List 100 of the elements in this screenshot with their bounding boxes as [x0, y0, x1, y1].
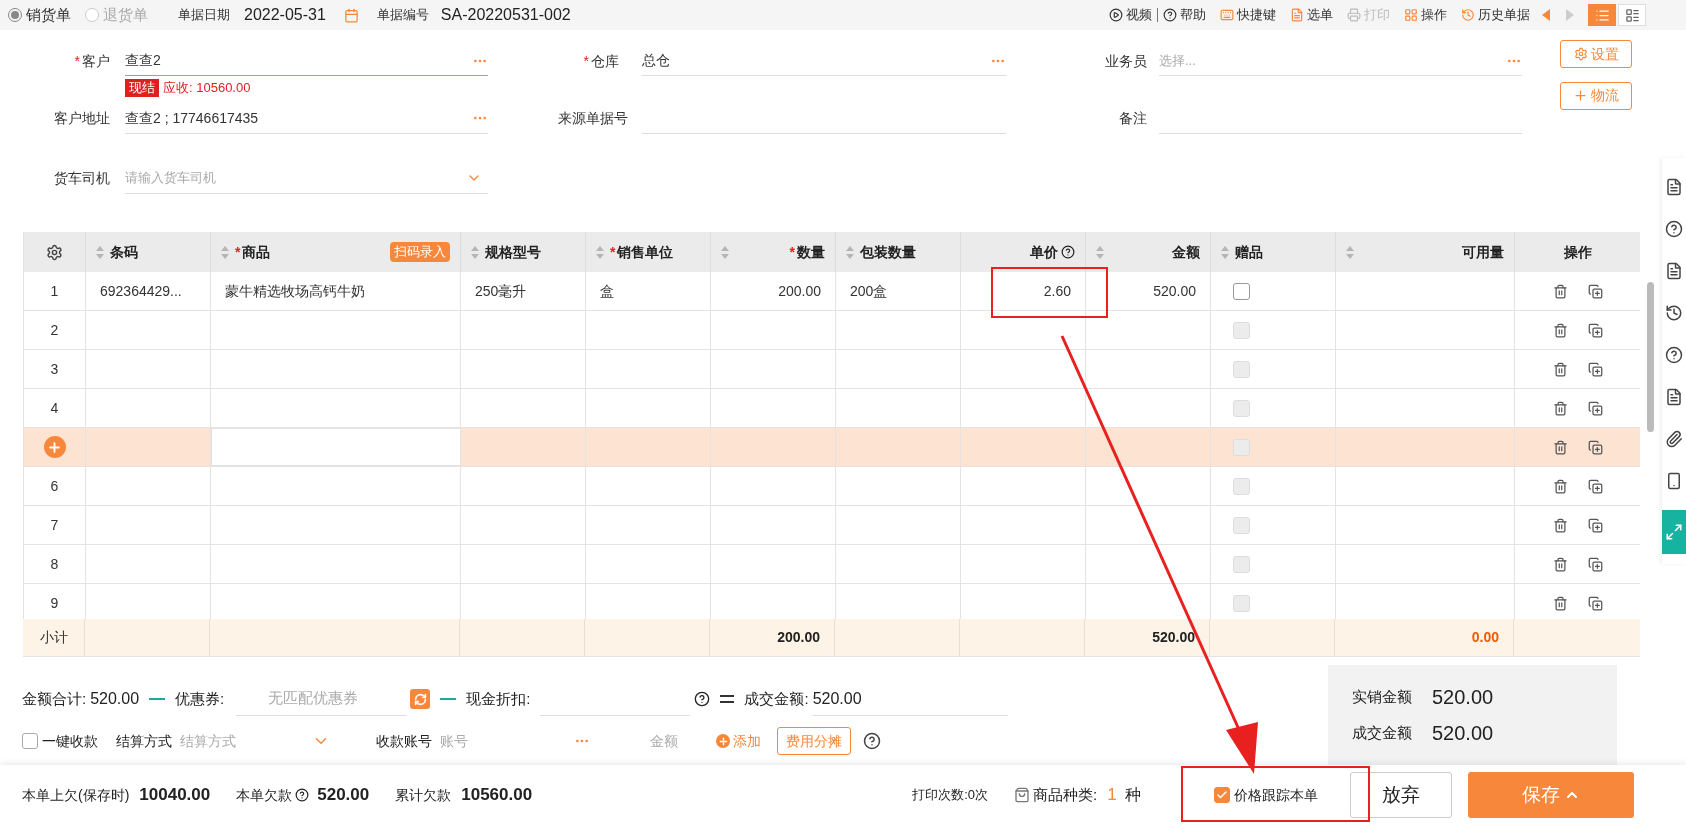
- table-row[interactable]: 3: [24, 350, 1640, 389]
- side-tool-icon: [1665, 262, 1683, 280]
- delete-icon[interactable]: [1553, 478, 1568, 494]
- doc-type-radio[interactable]: 销货单: [8, 3, 71, 27]
- copy-row-icon[interactable]: [1588, 595, 1603, 611]
- gift-checkbox[interactable]: [1233, 282, 1250, 300]
- calendar-icon[interactable]: [343, 7, 359, 23]
- settings-icon[interactable]: [46, 243, 63, 261]
- input-field[interactable]: 查查2: [125, 46, 488, 77]
- prev-debt-value: 10040.00: [139, 784, 211, 807]
- table-row[interactable]: 8: [24, 545, 1640, 584]
- sort-icon[interactable]: [596, 245, 604, 259]
- sort-icon[interactable]: [846, 245, 854, 259]
- list-icon: [1594, 7, 1610, 23]
- column-header: 数量: [797, 242, 825, 262]
- table-row[interactable]: 6: [24, 467, 1640, 506]
- total-debt-label: 累计欠款: [395, 785, 452, 805]
- delete-icon[interactable]: [1553, 439, 1568, 455]
- table-row[interactable]: 2: [24, 311, 1640, 350]
- column-header: 条码: [110, 242, 138, 262]
- toolbar-icon: [1109, 8, 1123, 23]
- delete-icon[interactable]: [1553, 361, 1568, 377]
- settle-placeholder: 结算方式: [180, 731, 236, 751]
- coupon-label: 优惠券:: [175, 688, 225, 709]
- help-icon[interactable]: [694, 691, 711, 707]
- table-row[interactable]: 4: [24, 389, 1640, 428]
- subtotal-value: 200.00: [777, 628, 820, 647]
- refresh-icon: [413, 692, 427, 706]
- discard-button[interactable]: 放弃: [1349, 772, 1452, 818]
- side-tool-icon: [1665, 388, 1683, 406]
- sort-icon[interactable]: [221, 245, 229, 259]
- toolbar-button[interactable]: 选单: [1290, 5, 1333, 25]
- help-icon[interactable]: [295, 788, 310, 802]
- toolbar-icon: [1163, 8, 1177, 23]
- toolbar-button[interactable]: 历史单据: [1461, 5, 1530, 25]
- table-row[interactable]: 7: [24, 506, 1640, 545]
- side-tool-icon: [1665, 220, 1683, 238]
- field-label: 客户地址: [54, 109, 110, 129]
- sort-icon[interactable]: [1221, 245, 1229, 259]
- sort-icon[interactable]: [471, 245, 479, 259]
- table-cell-text: 盒: [600, 281, 614, 301]
- print-count: 打印次数:0次: [912, 786, 988, 805]
- copy-row-icon[interactable]: [1588, 322, 1603, 338]
- row-number: 4: [50, 398, 59, 418]
- copy-row-icon[interactable]: [1588, 439, 1603, 455]
- previous-arrow-icon[interactable]: [1542, 9, 1550, 22]
- scrollbar[interactable]: [1647, 282, 1654, 432]
- quick-collect-checkbox[interactable]: 一键收款: [22, 730, 98, 752]
- delete-icon[interactable]: [1553, 283, 1568, 299]
- price-track-checkbox[interactable]: 价格跟踪本单: [1213, 784, 1318, 806]
- field-label: 仓库: [591, 51, 619, 71]
- delete-icon[interactable]: [1553, 517, 1568, 533]
- side-tool-icon: [1665, 472, 1683, 490]
- subtotal-label: 小计: [39, 628, 68, 647]
- add-row-button[interactable]: [43, 436, 66, 458]
- table-cell-text: 520.00: [1153, 281, 1196, 301]
- delete-icon[interactable]: [1553, 400, 1568, 416]
- toolbar-button[interactable]: 帮助: [1163, 5, 1206, 25]
- table-row[interactable]: 1 692364429... 蒙牛精选牧场高钙牛奶 250毫升 盒 200.00 200盒 2.60 520.00: [24, 272, 1640, 311]
- bag-icon: [1014, 787, 1030, 803]
- sort-icon[interactable]: [1346, 245, 1354, 259]
- number-label: 单据编号: [376, 6, 429, 25]
- delete-icon[interactable]: [1553, 595, 1568, 611]
- required-mark: *: [789, 242, 795, 262]
- input-field[interactable]: 查查2 ; 17746617435: [125, 103, 488, 134]
- toolbar-icon: [1290, 8, 1304, 23]
- side-tool-icon: [1665, 178, 1683, 196]
- copy-row-icon[interactable]: [1588, 556, 1603, 572]
- toolbar-icon: [1347, 8, 1361, 23]
- subtotal-value: 0.00: [1471, 628, 1499, 647]
- field-label: 备注: [1119, 109, 1147, 129]
- copy-row-icon[interactable]: [1588, 400, 1603, 416]
- plus-icon: [47, 439, 62, 455]
- help-icon[interactable]: [863, 732, 881, 750]
- copy-row-icon[interactable]: [1588, 478, 1603, 494]
- required-mark: *: [235, 242, 241, 262]
- sort-icon[interactable]: [721, 245, 729, 259]
- deal-amount-field: 520.00: [812, 682, 1008, 716]
- delete-icon[interactable]: [1553, 322, 1568, 338]
- card-view-button[interactable]: [1618, 4, 1646, 27]
- copy-row-icon[interactable]: [1588, 283, 1603, 299]
- refresh-button[interactable]: [410, 689, 431, 709]
- help-icon[interactable]: [1061, 245, 1075, 259]
- copy-row-icon[interactable]: [1588, 517, 1603, 533]
- card-list-icon: [1624, 7, 1640, 23]
- column-header: 单价: [1030, 242, 1058, 262]
- receivable-text: 应收: 10560.00: [163, 79, 251, 98]
- column-header: 规格型号: [485, 242, 541, 262]
- toolbar-button[interactable]: 视频: [1109, 5, 1152, 25]
- column-header: 操作: [1564, 242, 1592, 262]
- delete-icon[interactable]: [1553, 556, 1568, 572]
- copy-row-icon[interactable]: [1588, 361, 1603, 377]
- side-tool-icon: [1665, 523, 1683, 541]
- column-header: 销售单位: [617, 242, 674, 262]
- input-field[interactable]: 总仓: [642, 46, 1006, 77]
- toolbar-button[interactable]: 操作: [1404, 5, 1447, 25]
- sort-icon[interactable]: [1096, 245, 1104, 259]
- sort-icon[interactable]: [96, 245, 104, 259]
- toolbar-button[interactable]: 快捷键: [1220, 5, 1276, 25]
- date-label: 单据日期: [178, 6, 230, 25]
